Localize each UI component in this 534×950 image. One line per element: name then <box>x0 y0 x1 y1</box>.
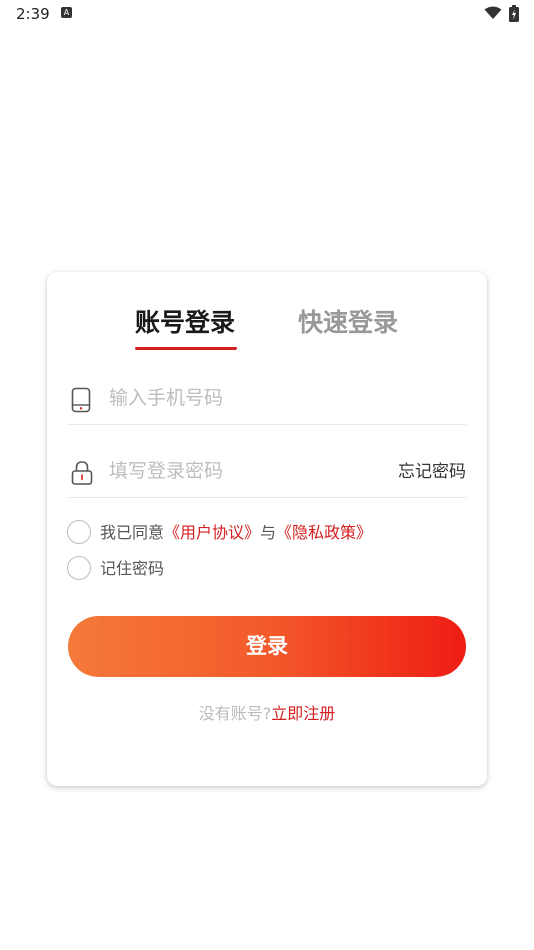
user-agreement-link[interactable]: 《用户协议》 <box>164 523 260 542</box>
status-time: 2:39 <box>16 5 50 23</box>
notification-icon: A <box>61 7 72 18</box>
agreement-text: 我已同意《用户协议》与《隐私政策》 <box>100 522 372 544</box>
agreement-checkbox[interactable] <box>67 520 91 544</box>
register-link[interactable]: 立即注册 <box>271 704 335 723</box>
agreement-and: 与 <box>260 523 277 542</box>
remember-label[interactable]: 记住密码 <box>100 558 164 580</box>
phone-input[interactable]: 输入手机号码 <box>109 386 223 410</box>
phone-field[interactable]: 输入手机号码 <box>68 374 466 425</box>
password-field[interactable]: 填写登录密码 忘记密码 <box>68 447 466 498</box>
tab-active-indicator <box>135 347 237 350</box>
password-input[interactable]: 填写登录密码 <box>109 459 223 483</box>
tab-quick-login[interactable]: 快速登录 <box>298 306 398 340</box>
status-bar: 2:39 A <box>0 0 534 28</box>
forgot-password-link[interactable]: 忘记密码 <box>398 461 466 483</box>
remember-checkbox[interactable] <box>67 556 91 580</box>
privacy-policy-link[interactable]: 《隐私政策》 <box>276 523 372 542</box>
phone-icon <box>71 387 91 413</box>
register-row: 没有账号?立即注册 <box>47 703 487 725</box>
login-button[interactable]: 登录 <box>68 616 466 677</box>
battery-icon <box>509 5 519 22</box>
lock-icon <box>71 461 93 485</box>
wifi-icon <box>484 6 502 19</box>
tab-account-login[interactable]: 账号登录 <box>135 306 235 340</box>
login-card: 账号登录 快速登录 输入手机号码 填写登录密码 忘记密码 我已同意《用户协议》与… <box>47 272 487 786</box>
register-prompt: 没有账号? <box>198 704 272 723</box>
agreement-prefix: 我已同意 <box>100 523 165 542</box>
